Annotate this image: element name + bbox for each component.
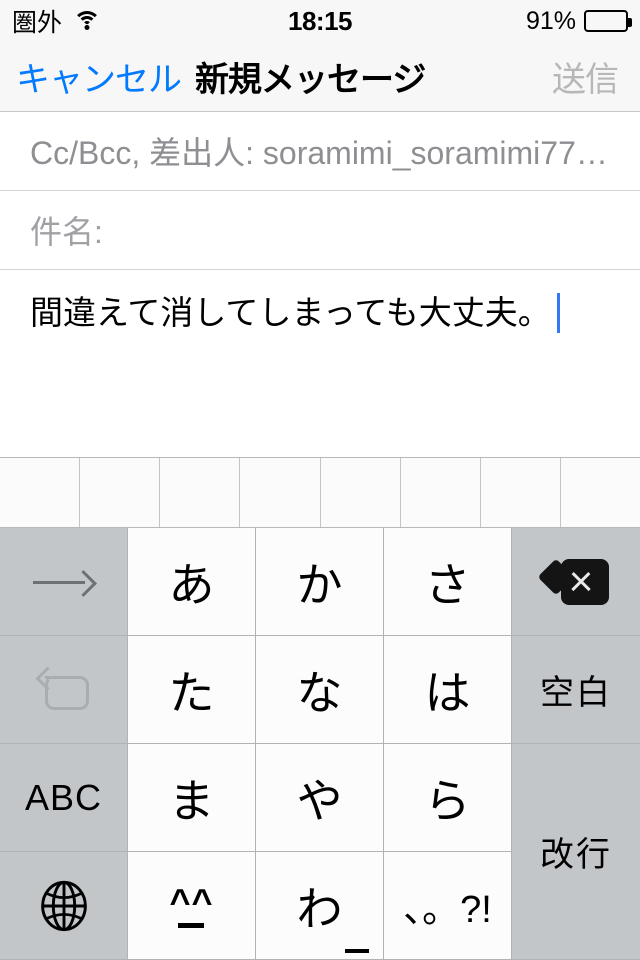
suggestion-cell[interactable] (561, 458, 640, 527)
navigation-bar: キャンセル 新規メッセージ 送信 (0, 42, 640, 112)
suggestion-cell[interactable] (160, 458, 241, 527)
suggestion-cell[interactable] (80, 458, 161, 527)
japanese-kana-keyboard: あ か さ た な は 空白 ABC ま や ら 改行 ^^ わ 、。?! (0, 528, 640, 960)
emoticon-glyph: ^^ (169, 880, 214, 928)
page-title: 新規メッセージ (195, 61, 426, 99)
kana-key-a[interactable]: あ (128, 528, 256, 636)
undo-icon (33, 664, 95, 716)
body-line: 間違えて消してしまっても大丈夫。 (30, 292, 610, 333)
cancel-button[interactable]: キャンセル (0, 52, 182, 101)
kana-key-wa[interactable]: わ (256, 852, 384, 960)
iphone-screen: 圏外 18:15 91% キャンセル 新規メッセージ 送信 Cc/Bcc, 差出… (0, 0, 640, 960)
backspace-icon (537, 558, 609, 605)
predictive-suggestion-bar (0, 457, 640, 528)
compose-fields: Cc/Bcc, 差出人: soramimi_soramimi77… 件名: 間違… (0, 112, 640, 413)
globe-icon (40, 880, 87, 931)
emoticon-key[interactable]: ^^ (128, 852, 256, 960)
suggestion-cell[interactable] (240, 458, 321, 527)
send-button[interactable]: 送信 (552, 52, 640, 101)
suggestion-cell[interactable] (401, 458, 481, 527)
suggestion-cell[interactable] (481, 458, 561, 527)
kana-key-na[interactable]: な (256, 636, 384, 744)
emoticon-underscore (178, 922, 205, 928)
next-candidate-key[interactable] (0, 528, 128, 636)
punctuation-key[interactable]: 、。?! (384, 852, 512, 960)
text-caret (556, 292, 560, 333)
kana-key-ka[interactable]: か (256, 528, 384, 636)
small-kana-mark-icon (344, 948, 369, 953)
suggestion-cell[interactable] (321, 458, 401, 527)
emoticon-carets: ^^ (169, 880, 214, 922)
message-body-field[interactable]: 間違えて消してしまっても大丈夫。 (0, 270, 640, 413)
kana-key-sa[interactable]: さ (384, 528, 512, 636)
undo-key[interactable] (0, 636, 128, 744)
body-text: 間違えて消してしまっても大丈夫。 (30, 294, 551, 331)
kana-key-ma[interactable]: ま (128, 744, 256, 852)
kana-key-ra[interactable]: ら (384, 744, 512, 852)
subject-field[interactable]: 件名: (0, 191, 640, 270)
return-key[interactable]: 改行 (512, 744, 640, 960)
delete-key[interactable] (512, 528, 640, 636)
recipients-field[interactable]: Cc/Bcc, 差出人: soramimi_soramimi77… (0, 112, 640, 191)
kana-key-ha[interactable]: は (384, 636, 512, 744)
kana-key-ya[interactable]: や (256, 744, 384, 852)
battery-icon (584, 10, 632, 32)
arrow-right-icon (32, 569, 97, 597)
suggestion-cell[interactable] (0, 458, 81, 527)
space-key[interactable]: 空白 (512, 636, 640, 744)
kana-key-ta[interactable]: た (128, 636, 256, 744)
abc-mode-key[interactable]: ABC (0, 744, 128, 852)
kana-wa-glyph: わ (296, 873, 369, 953)
kana-wa-label: わ (296, 882, 343, 935)
globe-key[interactable] (0, 852, 128, 960)
status-bar: 圏外 18:15 91% (0, 0, 640, 42)
status-bar-clock: 18:15 (288, 5, 353, 36)
